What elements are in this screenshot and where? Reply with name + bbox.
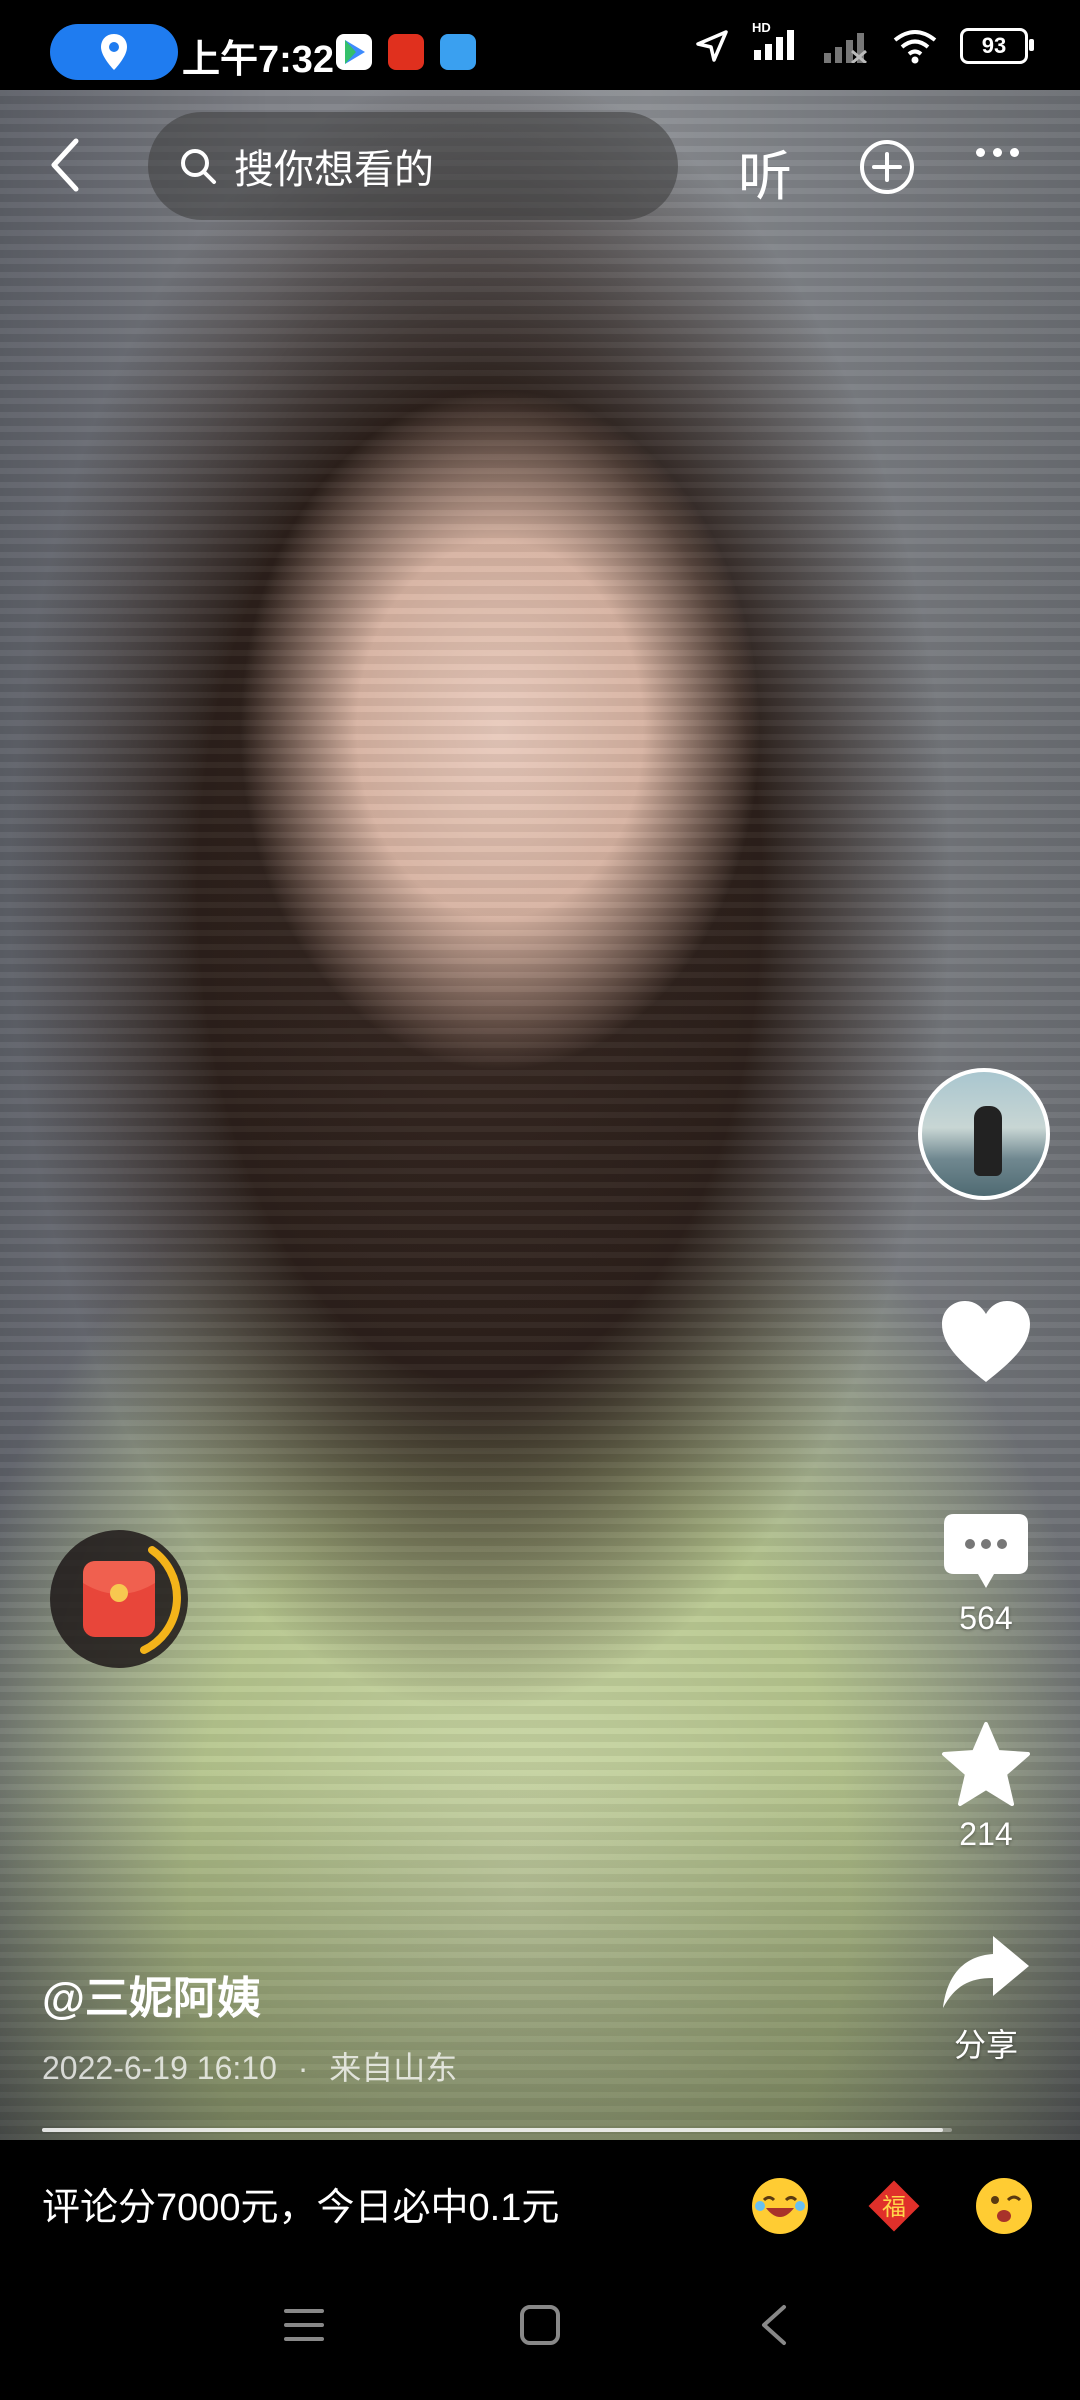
top-navigation: 搜你想看的 听 (0, 110, 1080, 220)
battery-indicator: 93 (960, 27, 1034, 64)
signal-strength-icon: HD (752, 20, 800, 65)
video-player[interactable] (0, 90, 1080, 2140)
share-arrow-icon (943, 1936, 1029, 2008)
comment-count: 564 (959, 1600, 1013, 1636)
video-progress-bar[interactable] (42, 2128, 952, 2132)
post-location: 来自山东 (329, 2050, 458, 2086)
more-dot-icon (1010, 148, 1019, 157)
play-store-notification-icon (336, 34, 372, 70)
red-app-notification-icon (388, 34, 424, 70)
svg-text:福: 福 (882, 2193, 906, 2221)
red-envelope-icon (83, 1561, 155, 1637)
more-dot-icon (993, 148, 1002, 157)
listen-button[interactable]: 听 (738, 132, 792, 211)
status-time: 上午7:32 (182, 39, 335, 81)
comment-bubble-icon (944, 1514, 1028, 1588)
video-meta: 2022-6-19 16:10 · 来自山东 (42, 2043, 457, 2089)
add-button[interactable] (858, 138, 916, 201)
back-arrow-icon (762, 2305, 786, 2345)
home-square-icon (520, 2305, 560, 2345)
location-pin-icon (101, 34, 127, 70)
search-bar[interactable]: 搜你想看的 (148, 112, 678, 220)
red-packet-reward[interactable] (44, 1524, 194, 1674)
recent-apps-button[interactable] (282, 2303, 326, 2352)
creator-avatar[interactable] (918, 1068, 1050, 1200)
wifi-icon (893, 29, 937, 63)
search-placeholder: 搜你想看的 (234, 148, 434, 192)
comment-bar: 评论分7000元，今日必中0.1元 福 (0, 2140, 1080, 2265)
laughing-emoji-icon[interactable] (752, 2178, 808, 2234)
more-options-button[interactable] (976, 148, 1019, 157)
status-indicators: HD 93 (694, 20, 1034, 65)
back-button[interactable] (40, 132, 90, 198)
more-dot-icon (976, 148, 985, 157)
favorite-count: 214 (959, 1816, 1013, 1852)
like-button[interactable] (921, 1298, 1051, 1386)
star-icon (942, 1722, 1030, 1806)
video-progress-fill (42, 2128, 943, 2132)
home-button[interactable] (518, 2303, 562, 2352)
blue-app-notification-icon (440, 34, 476, 70)
comment-input[interactable]: 评论分7000元，今日必中0.1元 (42, 2176, 559, 2231)
notification-icons (336, 34, 476, 70)
share-button[interactable]: 分享 (921, 1930, 1051, 2066)
favorite-button[interactable]: 214 (921, 1720, 1051, 1853)
menu-lines-icon (284, 2309, 324, 2341)
location-indicator (50, 24, 178, 80)
fortune-emoji-icon[interactable]: 福 (866, 2178, 922, 2234)
navigation-arrow-icon (696, 29, 728, 62)
share-label: 分享 (953, 2027, 1018, 2063)
search-icon (181, 149, 216, 184)
plus-circle-icon (860, 140, 914, 194)
winking-emoji-icon[interactable] (976, 2178, 1032, 2234)
heart-icon (942, 1301, 1030, 1382)
secondary-signal-icon (824, 32, 867, 63)
system-navigation-bar (0, 2265, 1080, 2400)
post-date: 2022-6-19 16:10 (42, 2050, 277, 2086)
avatar-figure (974, 1106, 1002, 1176)
creator-username[interactable]: @三妮阿姨 (42, 1962, 261, 2026)
meta-separator: · (297, 2050, 309, 2086)
status-bar: 上午7:32 HD 93 (0, 0, 1080, 90)
system-back-button[interactable] (756, 2303, 792, 2352)
chevron-left-icon (51, 138, 79, 192)
comment-button[interactable]: 564 (921, 1510, 1051, 1637)
